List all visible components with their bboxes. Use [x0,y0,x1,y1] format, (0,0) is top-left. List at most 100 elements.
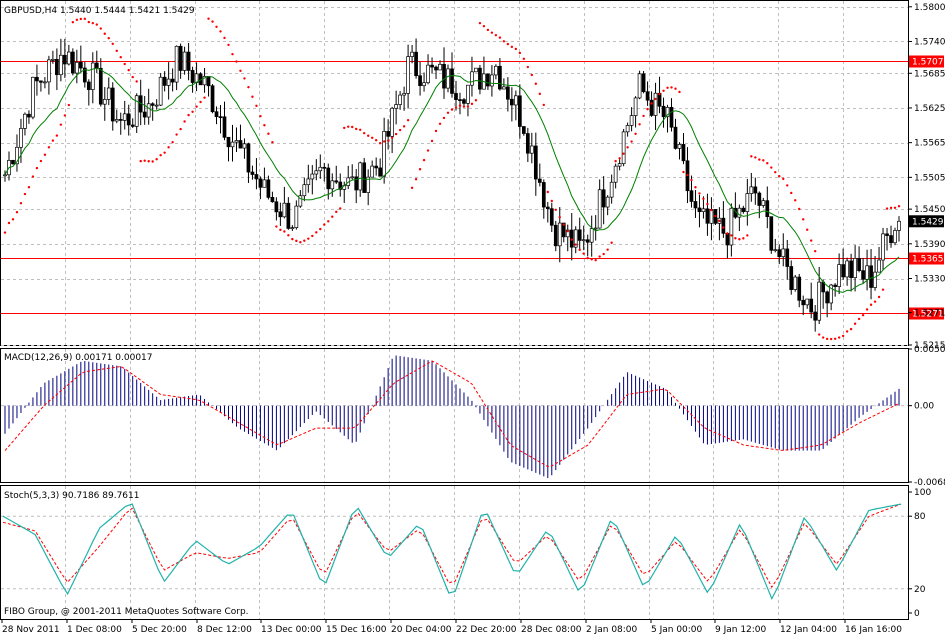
sar-dot [845,330,849,333]
sar-dot [770,166,773,169]
candle-body [793,276,798,290]
candle-body [677,144,682,149]
candle-body [697,207,702,213]
candle-body [837,264,841,287]
y-tick-label: 1.5740 [914,37,945,47]
candle-body [897,220,901,231]
current-price-label: 1.5429 [912,217,944,227]
x-tick-label: 8 Dec 12:00 [197,625,252,635]
candle-body [294,205,299,228]
sar-dot [410,186,414,190]
candle-body [881,233,885,261]
sar-dot [283,230,286,233]
candle-body [517,95,522,127]
candle-body [470,71,474,86]
candle-body [178,45,183,71]
sar-dot [638,123,641,126]
sar-dot [183,120,186,123]
candle-body [170,78,175,83]
sar-dot [386,139,390,142]
candle-body [59,54,63,76]
candle-body [11,159,15,165]
candle-body [645,91,650,101]
sar-dot [542,103,545,107]
sar-dot [538,92,542,96]
sar-dot [578,248,581,252]
sar-dot [123,62,126,66]
candle-body [90,62,95,90]
stoch-title: Stoch(5,3,3) 90.7186 89.7611 [4,491,139,501]
candle-body [406,56,410,94]
candle-body [226,136,231,148]
sar-dot [323,223,326,226]
sar-dot [203,96,206,99]
candle-body [270,197,275,203]
candle-body [589,228,594,243]
candle-body [769,216,774,251]
candle-body [857,257,861,271]
candle-body [394,104,398,109]
sar-dot [87,20,91,24]
sar-dot [562,223,565,226]
candle-body [370,165,375,178]
candle-body [641,73,646,93]
y-tick-label: 1.5505 [914,173,945,183]
candle-body [781,248,786,258]
sar-dot [885,207,889,210]
candle-body [474,67,478,73]
candle-body [166,78,171,86]
candle-body [877,259,881,273]
sar-dot [422,158,426,162]
candle-body [122,113,127,121]
sar-dot [722,226,725,229]
sar-dot [710,208,713,212]
candle-body [861,270,865,280]
candle-body [51,58,55,61]
candle-body [322,166,327,169]
macd-title: MACD(12,26,9) 0.00171 0.00017 [4,353,153,363]
stoch-y-tick-label: 0 [914,609,920,619]
sar-dot [502,40,506,43]
candle-body [577,229,582,241]
sar-dot [646,107,649,111]
candle-body [174,45,179,83]
candle-body [466,84,470,104]
y-tick-label: 1.5685 [914,69,945,79]
candle-body [889,235,893,244]
sar-dot [418,168,422,171]
sar-dot [558,215,561,219]
sar-dot [23,192,27,196]
candle-body [529,145,534,154]
candle-body [254,174,259,180]
sar-dot [494,33,498,37]
sar-dot [446,111,450,114]
candle-body [737,207,742,218]
sar-dot [299,241,302,244]
candle-body [310,173,315,180]
sar-dot [151,160,154,163]
sar-dot [75,18,79,22]
candle-body [757,192,762,206]
sar-dot [247,85,250,89]
sar-dot [490,31,494,34]
sar-dot [179,127,182,131]
candle-body [214,111,219,118]
sar-dot [594,258,597,262]
candle-body [549,208,554,226]
sar-dot [39,159,43,163]
sar-dot [674,87,677,90]
candle-body [545,206,550,210]
sar-dot [881,288,885,291]
candle-body [382,131,387,177]
candle-body [31,76,35,118]
candle-body [581,239,586,242]
candle-body [206,76,211,87]
sar-dot [798,207,801,211]
sar-dot [602,252,605,256]
sar-dot [370,136,374,139]
sar-dot [829,337,833,341]
candle-body [853,257,857,278]
y-tick-label: 1.5271 [914,309,945,319]
x-tick-label: 13 Dec 00:00 [261,625,322,635]
sar-dot [263,124,266,127]
